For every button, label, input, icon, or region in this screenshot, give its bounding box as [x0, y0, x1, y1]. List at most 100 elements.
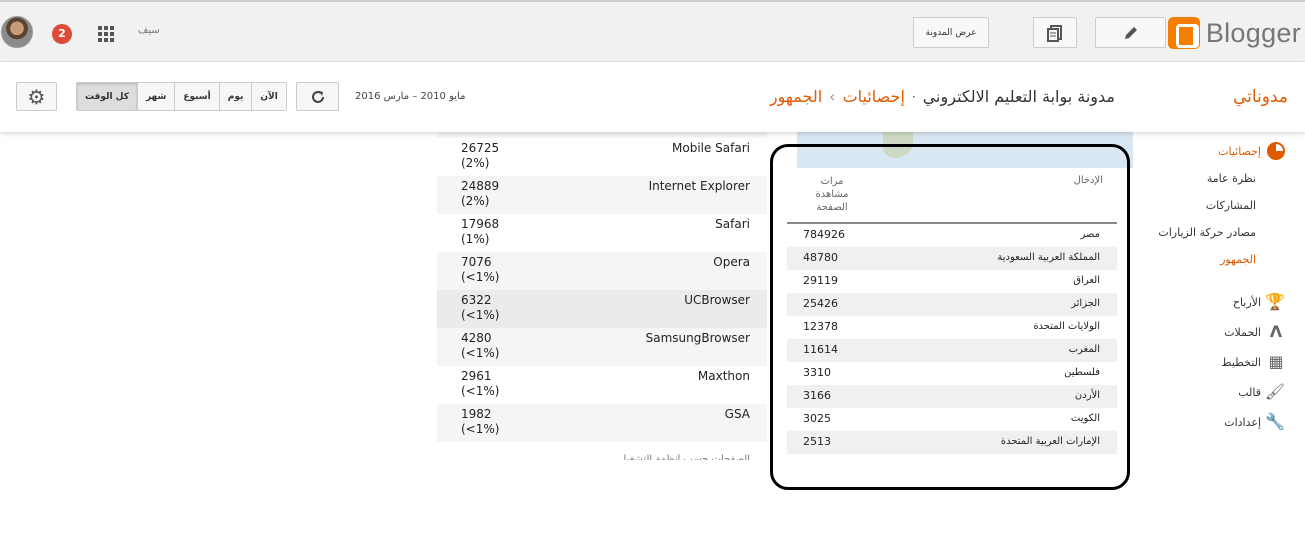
browser-count: 1982 — [461, 407, 492, 421]
browser-count: 26725 — [461, 141, 500, 155]
country-views: 25426 — [803, 297, 838, 310]
browser-percent: (1%) — [461, 232, 490, 246]
sidebar-item-label: التخطيط — [1221, 355, 1261, 369]
browser-views: 1982 (<1%) — [461, 407, 499, 437]
blogger-logo[interactable]: Blogger — [1167, 16, 1301, 50]
period-week[interactable]: أسبوع — [174, 83, 219, 110]
country-name: العراق — [1073, 275, 1100, 286]
blog-name[interactable]: مدونة بوابة التعليم الالكتروني — [923, 87, 1115, 106]
chevron-icon: › — [829, 87, 836, 106]
sidebar-item-posts[interactable]: المشاركات — [1206, 199, 1256, 212]
col-entry: الإدخال — [1073, 175, 1103, 186]
countries-table: الإدخال مرات مشاهدة الصفحة مصر 784926 الم… — [787, 172, 1117, 454]
country-views: 3310 — [803, 366, 831, 379]
avatar[interactable] — [1, 16, 33, 48]
os-section-heading-cutoff: الصفحات حسب أنظمة التشغيل — [618, 454, 750, 460]
table-row: SamsungBrowser 4280 (<1%) — [437, 328, 767, 366]
breadcrumb-dot: · — [911, 89, 916, 104]
browser-percent: (2%) — [461, 156, 490, 170]
sidebar-item-layout[interactable]: ▦ التخطيط — [1221, 353, 1285, 371]
country-views: 3166 — [803, 389, 831, 402]
table-row: الكويت 3025 — [787, 408, 1117, 431]
browser-count: 7076 — [461, 255, 492, 269]
sidebar-item-overview[interactable]: نظرة عامة — [1207, 172, 1256, 185]
pie-chart-icon — [1267, 142, 1285, 160]
period-month[interactable]: شهر — [136, 83, 175, 110]
browser-count: 24889 — [461, 179, 500, 193]
country-name: المغرب — [1068, 344, 1100, 355]
browsers-table: Mobile Safari 26725 (2%) Internet Explorer… — [437, 132, 767, 442]
browser-percent: (<1%) — [461, 422, 500, 436]
wrench-icon: 🔧 — [1265, 412, 1285, 431]
breadcrumb-stats[interactable]: إحصائيات — [843, 87, 905, 106]
browser-percent: (<1%) — [461, 384, 500, 398]
country-name: الجزائر — [1071, 298, 1100, 309]
my-blogs-link[interactable]: مدوناتي — [1233, 87, 1288, 107]
browser-percent: (2%) — [461, 194, 490, 208]
browser-views: 6322 (<1%) — [461, 293, 499, 323]
table-header: الإدخال مرات مشاهدة الصفحة — [787, 172, 1117, 224]
browser-name: SamsungBrowser — [645, 331, 750, 345]
table-row: الولايات المتحدة 12378 — [787, 316, 1117, 339]
browser-name: Safari — [715, 217, 750, 231]
browser-name: GSA — [724, 407, 750, 421]
sidebar-item-label: قالب — [1238, 385, 1261, 399]
settings-button[interactable]: ⚙ — [16, 82, 57, 111]
browser-name: Internet Explorer — [648, 179, 750, 193]
sidebar-item-label: الحملات — [1224, 325, 1261, 339]
sidebar-item-stats[interactable]: إحصائيات — [1218, 142, 1285, 160]
browser-views: 26725 (2%) — [461, 141, 499, 171]
layout-icon: ▦ — [1268, 352, 1284, 371]
table-row: الأردن 3166 — [787, 385, 1117, 408]
period-day[interactable]: يوم — [218, 83, 252, 110]
refresh-button[interactable] — [296, 82, 339, 111]
country-views: 48780 — [803, 251, 838, 264]
campaigns-icon: Λ — [1269, 322, 1283, 341]
notifications-badge[interactable]: 2 — [52, 24, 72, 44]
browser-views: 7076 (<1%) — [461, 255, 499, 285]
table-row: Safari 17968 (1%) — [437, 214, 767, 252]
browser-count: 2961 — [461, 369, 492, 383]
new-post-button[interactable] — [1095, 17, 1166, 48]
period-all-time[interactable]: كل الوقت — [77, 83, 137, 110]
period-now[interactable]: الآن — [251, 83, 286, 110]
sidebar-item-label: إحصائيات — [1218, 144, 1261, 158]
browser-views: 17968 (1%) — [461, 217, 499, 247]
table-row: GSA 1982 (<1%) — [437, 404, 767, 442]
table-row: فلسطين 3310 — [787, 362, 1117, 385]
map-land — [883, 132, 913, 158]
view-blog-button[interactable]: عرض المدونة — [913, 17, 989, 48]
table-row: Internet Explorer 24889 (2%) — [437, 176, 767, 214]
table-row: المملكة العربية السعودية 48780 — [787, 247, 1117, 270]
posts-list-button[interactable] — [1033, 17, 1077, 48]
breadcrumb: مدونة بوابة التعليم الالكتروني · إحصائيا… — [770, 87, 1115, 106]
username[interactable]: سيف — [138, 25, 160, 36]
country-name: الأردن — [1074, 390, 1100, 401]
table-row: العراق 29119 — [787, 270, 1117, 293]
country-views: 12378 — [803, 320, 838, 333]
pencil-icon — [1124, 26, 1137, 39]
sidebar-item-label: إعدادات — [1224, 415, 1261, 429]
sidebar-item-settings[interactable]: 🔧 إعدادات — [1224, 413, 1285, 431]
browser-name: Mobile Safari — [672, 141, 750, 155]
browser-name: Opera — [713, 255, 750, 269]
refresh-icon — [311, 90, 324, 103]
posts-icon — [1047, 24, 1062, 42]
brand-name: Blogger — [1205, 17, 1301, 48]
apps-grid-icon[interactable] — [98, 26, 114, 42]
sidebar-item-audience[interactable]: الجمهور — [1220, 253, 1256, 266]
sidebar-item-template[interactable]: 🖌 قالب — [1238, 383, 1285, 401]
country-name: الإمارات العربية المتحدة — [1000, 436, 1100, 447]
sidebar-item-earnings[interactable]: 🏆 الأرباح — [1233, 293, 1285, 311]
geo-map[interactable] — [797, 132, 1133, 168]
browser-percent: (<1%) — [461, 308, 500, 322]
table-row: Mobile Safari 26725 (2%) — [437, 138, 767, 176]
table-row: الإمارات العربية المتحدة 2513 — [787, 431, 1117, 454]
table-row: Maxthon 2961 (<1%) — [437, 366, 767, 404]
table-row: UCBrowser 6322 (<1%) — [437, 290, 767, 328]
country-views: 3025 — [803, 412, 831, 425]
browser-count: 17968 — [461, 217, 500, 231]
sidebar-item-traffic-sources[interactable]: مصادر حركة الزيارات — [1158, 226, 1256, 239]
sidebar-item-campaigns[interactable]: Λ الحملات — [1224, 323, 1285, 341]
table-row: الجزائر 25426 — [787, 293, 1117, 316]
